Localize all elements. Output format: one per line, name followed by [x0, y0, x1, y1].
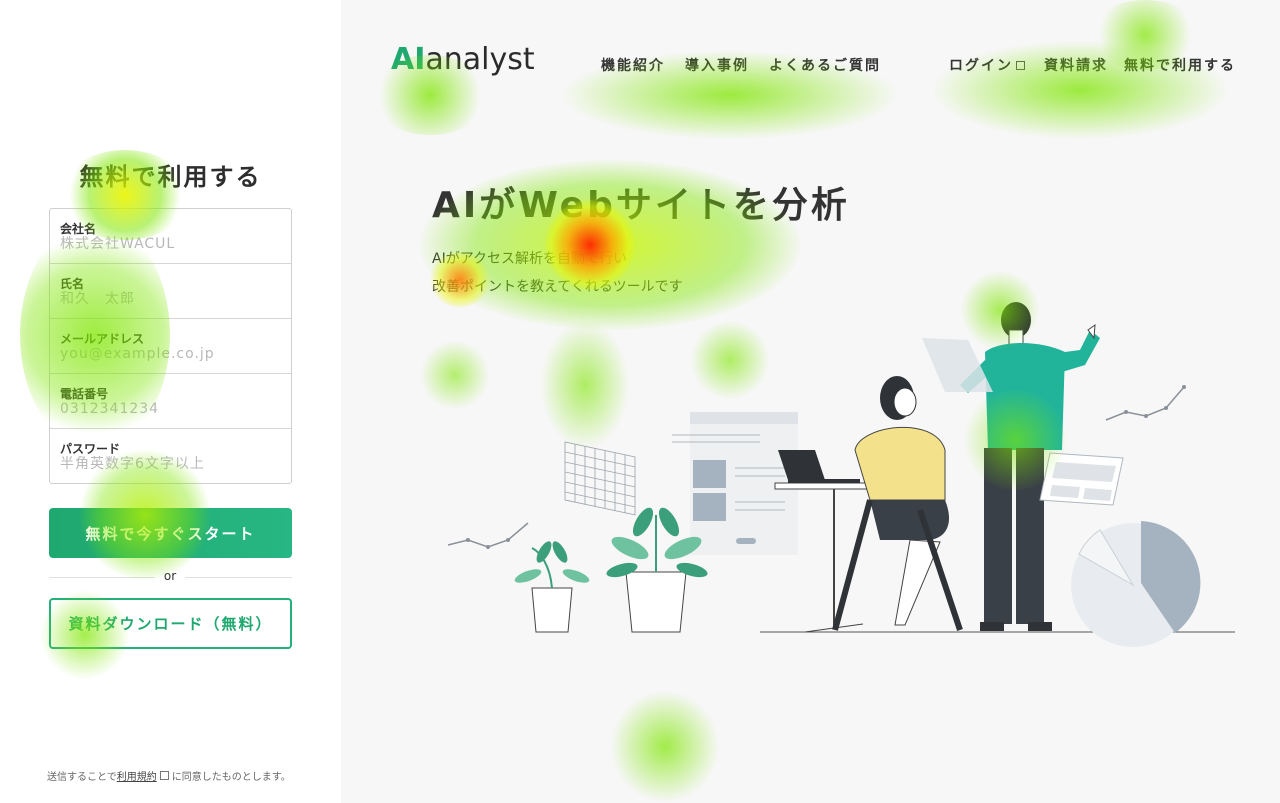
logo-text: analyst — [425, 42, 535, 77]
name-label: 氏名 — [60, 277, 85, 291]
external-link-icon — [159, 771, 169, 780]
company-input[interactable] — [60, 236, 280, 252]
signup-form: 会社名 氏名 メールアドレス 電話番号 パスワード — [49, 208, 292, 484]
terms-prefix: 送信することで — [47, 772, 117, 783]
logo[interactable]: AIanalyst — [391, 42, 535, 77]
name-field[interactable]: 氏名 — [50, 264, 291, 319]
small-plant-icon — [514, 541, 590, 633]
laptop-icon — [778, 450, 860, 483]
nav-login-wrap[interactable]: ログイン — [949, 55, 1028, 75]
start-free-button[interactable]: 無料で今すぐスタート — [49, 508, 292, 558]
signup-panel: 無料で利用する 会社名 氏名 メールアドレス 電話番号 パスワード 無料で今すぐ… — [0, 0, 341, 803]
terms-suffix: に同意したものとします。 — [171, 772, 291, 783]
woman-figure — [832, 376, 963, 631]
terms-note: 送信することで利用規約 に同意したものとします。 — [47, 768, 291, 783]
nav-free-signup[interactable]: 無料で利用する — [1124, 55, 1236, 75]
grid-icon — [564, 441, 636, 516]
phone-field[interactable]: 電話番号 — [50, 374, 291, 429]
nav-faq[interactable]: よくあるご質問 — [769, 55, 881, 75]
email-label: メールアドレス — [60, 332, 145, 346]
pie-chart-icon — [1071, 521, 1201, 647]
hero-subtitle-line1: AIがアクセス解析を自動で行い — [432, 251, 628, 267]
password-label: パスワード — [60, 442, 121, 456]
nav-features[interactable]: 機能紹介 — [601, 55, 665, 75]
terms-link[interactable]: 利用規約 — [117, 772, 157, 783]
nav-cases[interactable]: 導入事例 — [685, 55, 749, 75]
trend-line-icon — [447, 522, 529, 548]
password-field[interactable]: パスワード — [50, 429, 291, 483]
password-input[interactable] — [60, 456, 280, 472]
name-input[interactable] — [60, 291, 280, 307]
or-label: or — [155, 569, 185, 583]
nav-login[interactable]: ログイン — [949, 58, 1013, 74]
external-link-icon — [1016, 61, 1025, 70]
download-docs-button[interactable]: 資料ダウンロード（無料） — [49, 598, 292, 649]
company-label: 会社名 — [60, 222, 97, 236]
hero-title: AIがWebサイトを分析 — [432, 185, 850, 226]
phone-label: 電話番号 — [60, 387, 109, 401]
email-input[interactable] — [60, 346, 280, 362]
email-field[interactable]: メールアドレス — [50, 319, 291, 374]
phone-input[interactable] — [60, 401, 280, 417]
logo-ai: AI — [391, 42, 426, 77]
floating-screen-icon — [1039, 452, 1124, 506]
company-field[interactable]: 会社名 — [50, 209, 291, 264]
nav-request-docs[interactable]: 資料請求 — [1044, 55, 1108, 75]
hero-illustration — [447, 302, 1235, 647]
form-title: 無料で利用する — [79, 163, 262, 191]
